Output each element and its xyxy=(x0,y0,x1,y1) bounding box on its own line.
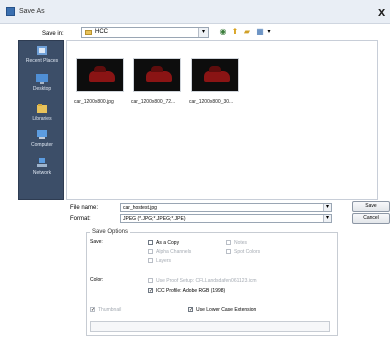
spot-colors-checkbox[interactable] xyxy=(226,249,231,254)
sidebar-item-desktop[interactable]: Desktop xyxy=(19,73,65,92)
save-in-label: Save in: xyxy=(42,31,64,37)
new-folder-icon[interactable]: ▰ xyxy=(242,27,252,37)
as-copy-label: As a Copy xyxy=(156,240,180,246)
save-in-dropdown[interactable]: HCC ▾ xyxy=(81,27,209,38)
notes-label: Notes xyxy=(234,240,248,246)
network-icon xyxy=(37,158,47,167)
sidebar-item-computer[interactable]: Computer xyxy=(19,129,65,148)
notes-checkbox[interactable] xyxy=(226,240,231,245)
view-menu-chevron-icon[interactable]: ▾ xyxy=(264,27,274,37)
cancel-button[interactable]: Cancel xyxy=(352,213,390,224)
format-dropdown[interactable]: JPEG (*.JPG;*.JPEG;*.JPE) ▾ xyxy=(120,214,332,223)
thumbnail-label: Thumbnail xyxy=(98,307,122,313)
save-button[interactable]: Save xyxy=(352,201,390,212)
recent-places-icon xyxy=(37,46,47,55)
file-name-caption[interactable]: car_1200x800_30... xyxy=(189,99,251,105)
up-folder-icon[interactable]: ⬆ xyxy=(230,27,240,37)
car-image xyxy=(204,66,230,82)
alpha-channels-checkbox[interactable] xyxy=(148,249,153,254)
format-label: Format: xyxy=(70,216,91,222)
file-name-caption[interactable]: car_1200x800.jpg xyxy=(74,99,136,105)
window-title: Save As xyxy=(19,8,45,15)
description-box xyxy=(90,321,330,332)
file-list[interactable]: car_1200x800.jpg car_1200x800_72... car_… xyxy=(66,40,378,200)
folder-icon xyxy=(85,30,92,35)
file-thumbnail[interactable] xyxy=(76,58,124,92)
chevron-down-icon[interactable]: ▾ xyxy=(323,215,331,222)
file-name-value: car_hostest.jpg xyxy=(123,205,157,211)
sidebar-item-libraries[interactable]: Libraries xyxy=(19,103,65,122)
use-proof-setup-checkbox[interactable] xyxy=(148,278,153,283)
save-options-title: Save Options xyxy=(90,229,131,235)
sidebar-item-label: Libraries xyxy=(32,116,52,122)
file-thumbnail[interactable] xyxy=(191,58,239,92)
photoshop-app-icon xyxy=(6,7,15,16)
sidebar-item-label: Computer xyxy=(31,142,53,148)
file-name-caption[interactable]: car_1200x800_72... xyxy=(131,99,193,105)
close-icon[interactable]: x xyxy=(378,4,385,19)
car-image xyxy=(89,66,115,82)
color-label: Color: xyxy=(90,277,104,283)
layers-checkbox[interactable] xyxy=(148,258,153,263)
back-icon[interactable]: ◉ xyxy=(218,27,228,37)
alpha-channels-label: Alpha Channels xyxy=(156,249,192,255)
sidebar-item-recent-places[interactable]: Recent Places xyxy=(19,45,65,64)
chevron-down-icon[interactable]: ▾ xyxy=(198,28,208,37)
title-bar: Save As x xyxy=(0,0,390,24)
icc-profile-checkbox[interactable]: ✓ xyxy=(148,288,153,294)
lower-case-extension-label: Use Lower Case Extension xyxy=(196,307,257,313)
save-in-value: HCC xyxy=(95,29,108,35)
sidebar-item-label: Recent Places xyxy=(25,58,59,64)
places-sidebar: Recent Places Desktop Libraries Computer… xyxy=(18,40,64,200)
file-name-input[interactable]: car_hostest.jpg ▾ xyxy=(120,203,332,212)
computer-icon xyxy=(37,130,47,139)
car-image xyxy=(146,66,172,82)
thumbnail-checkbox[interactable]: ✓ xyxy=(90,307,95,313)
sidebar-item-network[interactable]: Network xyxy=(19,157,65,176)
format-value: JPEG (*.JPG;*.JPEG;*.JPE) xyxy=(123,216,186,222)
save-label: Save: xyxy=(90,239,103,245)
desktop-icon xyxy=(36,74,48,84)
libraries-icon xyxy=(37,104,47,113)
sidebar-item-label: Network xyxy=(32,170,52,176)
chevron-down-icon[interactable]: ▾ xyxy=(323,204,331,211)
file-thumbnail[interactable] xyxy=(133,58,181,92)
lower-case-extension-checkbox[interactable]: ✓ xyxy=(188,307,193,313)
use-proof-setup-label: Use Proof Setup: CFLLandsdafen061123.icm xyxy=(156,278,257,284)
icc-profile-label: ICC Profile: Adobe RGB (1998) xyxy=(156,288,226,294)
spot-colors-label: Spot Colors xyxy=(234,249,261,255)
layers-label: Layers xyxy=(156,258,172,264)
sidebar-item-label: Desktop xyxy=(32,86,52,92)
as-copy-checkbox[interactable] xyxy=(148,240,153,245)
file-name-label: File name: xyxy=(70,205,99,211)
